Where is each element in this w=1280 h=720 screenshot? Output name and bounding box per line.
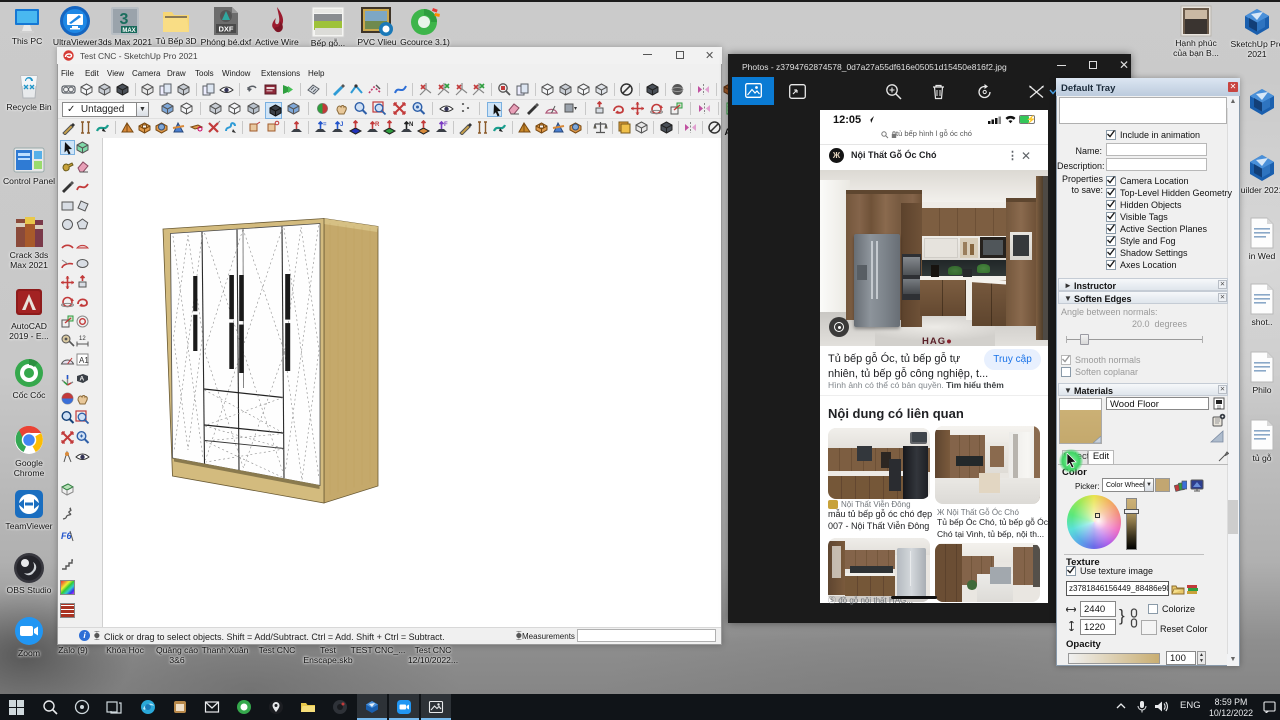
svg-text:12: 12 [79,336,86,342]
svg-text:A1: A1 [79,356,89,365]
svg-text:J: J [340,122,343,128]
svg-text:3: 3 [120,11,129,28]
svg-text:=: = [323,122,327,128]
svg-text:MAX: MAX [122,28,135,34]
svg-text:N: N [409,122,413,128]
svg-text:R: R [375,122,380,128]
svg-text:A: A [80,375,85,382]
svg-text:DXF: DXF [219,25,234,34]
svg-text:F: F [444,122,448,128]
